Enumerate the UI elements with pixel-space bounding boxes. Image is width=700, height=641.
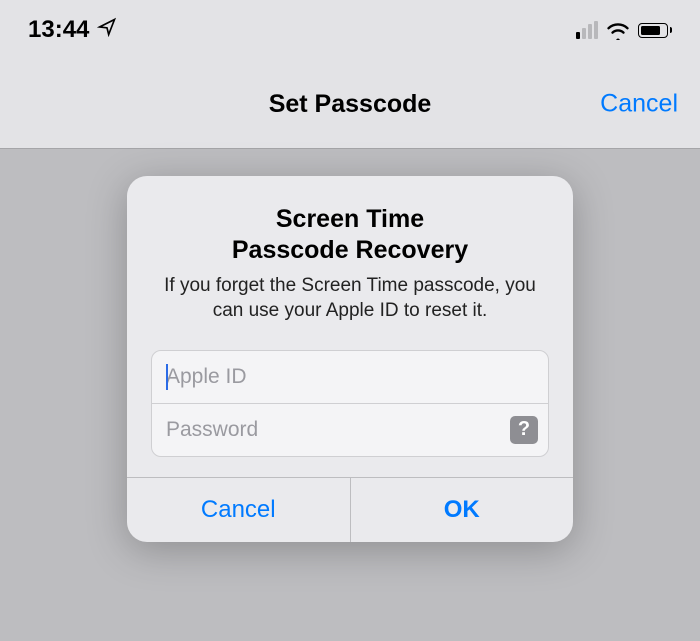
apple-id-field-wrapper bbox=[152, 351, 548, 403]
location-icon bbox=[97, 16, 117, 44]
alert-cancel-button[interactable]: Cancel bbox=[127, 478, 350, 542]
nav-bar: Set Passcode Cancel bbox=[0, 60, 700, 149]
alert-title-line2: Passcode Recovery bbox=[151, 235, 549, 266]
password-input[interactable] bbox=[152, 404, 548, 456]
alert-message: If you forget the Screen Time passcode, … bbox=[151, 273, 549, 324]
alert-actions: Cancel OK bbox=[127, 477, 573, 542]
alert-ok-button[interactable]: OK bbox=[350, 478, 574, 542]
battery-icon bbox=[638, 23, 673, 38]
status-left: 13:44 bbox=[28, 16, 117, 44]
cellular-signal-icon bbox=[576, 21, 598, 39]
alert-fields: ? bbox=[151, 350, 549, 457]
wifi-icon bbox=[606, 20, 630, 40]
page-title: Set Passcode bbox=[269, 90, 432, 119]
recovery-alert: Screen Time Passcode Recovery If you for… bbox=[127, 176, 573, 542]
status-right bbox=[576, 20, 673, 40]
status-bar: 13:44 bbox=[0, 0, 700, 60]
alert-title-line1: Screen Time bbox=[151, 204, 549, 235]
alert-title: Screen Time Passcode Recovery bbox=[151, 204, 549, 267]
password-field-wrapper: ? bbox=[152, 403, 548, 456]
alert-body: Screen Time Passcode Recovery If you for… bbox=[127, 176, 573, 477]
status-time: 13:44 bbox=[28, 16, 89, 44]
password-help-icon[interactable]: ? bbox=[510, 416, 538, 444]
nav-cancel-button[interactable]: Cancel bbox=[600, 90, 678, 119]
apple-id-input[interactable] bbox=[152, 351, 548, 403]
